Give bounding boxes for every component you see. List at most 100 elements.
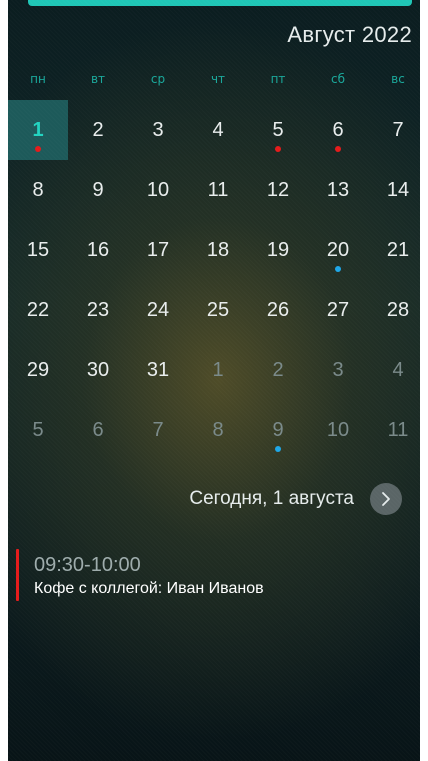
today-row: Сегодня, 1 августа xyxy=(189,483,402,515)
day-number: 10 xyxy=(326,419,350,441)
event-title: Кофе с коллегой: Иван Иванов xyxy=(34,580,264,597)
calendar-day[interactable]: 30 xyxy=(68,340,128,400)
calendar-day[interactable]: 7 xyxy=(368,100,420,160)
calendar-day[interactable]: 28 xyxy=(368,280,420,340)
day-number: 23 xyxy=(86,299,110,321)
weekday-label: вс xyxy=(391,72,405,86)
next-day-button[interactable] xyxy=(370,483,402,515)
calendar-day[interactable]: 7 xyxy=(128,400,188,460)
calendar-day[interactable]: 10 xyxy=(128,160,188,220)
day-number: 9 xyxy=(92,179,104,201)
calendar-day[interactable]: 2 xyxy=(248,340,308,400)
calendar-day[interactable]: 2 xyxy=(68,100,128,160)
calendar-day[interactable]: 6 xyxy=(308,100,368,160)
calendar-day[interactable]: 31 xyxy=(128,340,188,400)
day-number: 2 xyxy=(92,119,104,141)
calendar-day[interactable]: 10 xyxy=(308,400,368,460)
calendar-day[interactable]: 5 xyxy=(248,100,308,160)
day-number: 7 xyxy=(392,119,404,141)
calendar-day-today[interactable]: 1 xyxy=(8,100,68,160)
calendar-day[interactable]: 21 xyxy=(368,220,420,280)
day-number: 20 xyxy=(326,239,350,261)
calendar-day[interactable]: 12 xyxy=(248,160,308,220)
weekday-header: пн вт ср чт пт сб вс xyxy=(8,72,420,92)
calendar-day[interactable]: 14 xyxy=(368,160,420,220)
chevron-right-icon xyxy=(382,492,390,506)
today-label[interactable]: Сегодня, 1 августа xyxy=(189,488,354,510)
day-number: 1 xyxy=(32,119,44,141)
event-indicator-dot xyxy=(275,146,281,152)
event-color-bar xyxy=(16,549,19,601)
day-number: 16 xyxy=(86,239,110,261)
day-number: 12 xyxy=(266,179,290,201)
day-number: 4 xyxy=(212,119,224,141)
day-number: 30 xyxy=(86,359,110,381)
day-number: 18 xyxy=(206,239,230,261)
day-number: 31 xyxy=(146,359,170,381)
day-number: 8 xyxy=(32,179,44,201)
calendar-screen: Август 2022 пн вт ср чт пт сб вс 1234567… xyxy=(8,0,420,761)
day-number: 2 xyxy=(272,359,284,381)
day-number: 7 xyxy=(152,419,164,441)
calendar-day[interactable]: 17 xyxy=(128,220,188,280)
day-number: 6 xyxy=(92,419,104,441)
calendar-day[interactable]: 6 xyxy=(68,400,128,460)
day-number: 13 xyxy=(326,179,350,201)
calendar-day[interactable]: 23 xyxy=(68,280,128,340)
weekday-label: сб xyxy=(331,72,345,86)
calendar-day[interactable]: 25 xyxy=(188,280,248,340)
day-number: 25 xyxy=(206,299,230,321)
calendar-day[interactable]: 3 xyxy=(128,100,188,160)
calendar-day[interactable]: 1 xyxy=(188,340,248,400)
calendar-day[interactable]: 9 xyxy=(248,400,308,460)
day-number: 10 xyxy=(146,179,170,201)
day-number: 5 xyxy=(32,419,44,441)
calendar-day[interactable]: 15 xyxy=(8,220,68,280)
day-number: 15 xyxy=(26,239,50,261)
calendar-day[interactable]: 11 xyxy=(368,400,420,460)
calendar-day[interactable]: 9 xyxy=(68,160,128,220)
day-number: 3 xyxy=(152,119,164,141)
calendar-day[interactable]: 8 xyxy=(188,400,248,460)
calendar-day[interactable]: 3 xyxy=(308,340,368,400)
event-indicator-dot xyxy=(335,146,341,152)
day-number: 4 xyxy=(392,359,404,381)
day-number: 11 xyxy=(387,419,409,441)
event-indicator-dot xyxy=(35,146,41,152)
calendar-day[interactable]: 20 xyxy=(308,220,368,280)
top-accent-bar xyxy=(28,0,412,6)
calendar-day[interactable]: 22 xyxy=(8,280,68,340)
event-indicator-dot xyxy=(335,266,341,272)
day-number: 1 xyxy=(212,359,224,381)
day-number: 9 xyxy=(272,419,284,441)
event-indicator-dot xyxy=(275,446,281,452)
calendar-day[interactable]: 29 xyxy=(8,340,68,400)
weekday-label: пт xyxy=(270,72,286,86)
calendar-day[interactable]: 4 xyxy=(368,340,420,400)
calendar-day[interactable]: 24 xyxy=(128,280,188,340)
weekday-label: ср xyxy=(150,72,166,86)
event-time: 09:30-10:00 xyxy=(34,554,141,576)
calendar-day[interactable]: 13 xyxy=(308,160,368,220)
weekday-label: пн xyxy=(30,72,46,86)
calendar-day[interactable]: 19 xyxy=(248,220,308,280)
calendar-day[interactable]: 26 xyxy=(248,280,308,340)
day-number: 28 xyxy=(386,299,410,321)
event-item[interactable]: 09:30-10:00 Кофе с коллегой: Иван Иванов xyxy=(16,547,396,603)
day-number: 24 xyxy=(146,299,170,321)
calendar-day[interactable]: 8 xyxy=(8,160,68,220)
day-number: 21 xyxy=(386,239,410,261)
calendar-day[interactable]: 4 xyxy=(188,100,248,160)
day-number: 6 xyxy=(332,119,344,141)
day-number: 14 xyxy=(386,179,410,201)
calendar-day[interactable]: 27 xyxy=(308,280,368,340)
month-title[interactable]: Август 2022 xyxy=(287,22,412,48)
day-number: 19 xyxy=(266,239,290,261)
calendar-day[interactable]: 16 xyxy=(68,220,128,280)
day-number: 5 xyxy=(272,119,284,141)
calendar-day[interactable]: 18 xyxy=(188,220,248,280)
day-number: 3 xyxy=(332,359,344,381)
calendar-day[interactable]: 11 xyxy=(188,160,248,220)
weekday-label: вт xyxy=(90,72,106,86)
calendar-day[interactable]: 5 xyxy=(8,400,68,460)
